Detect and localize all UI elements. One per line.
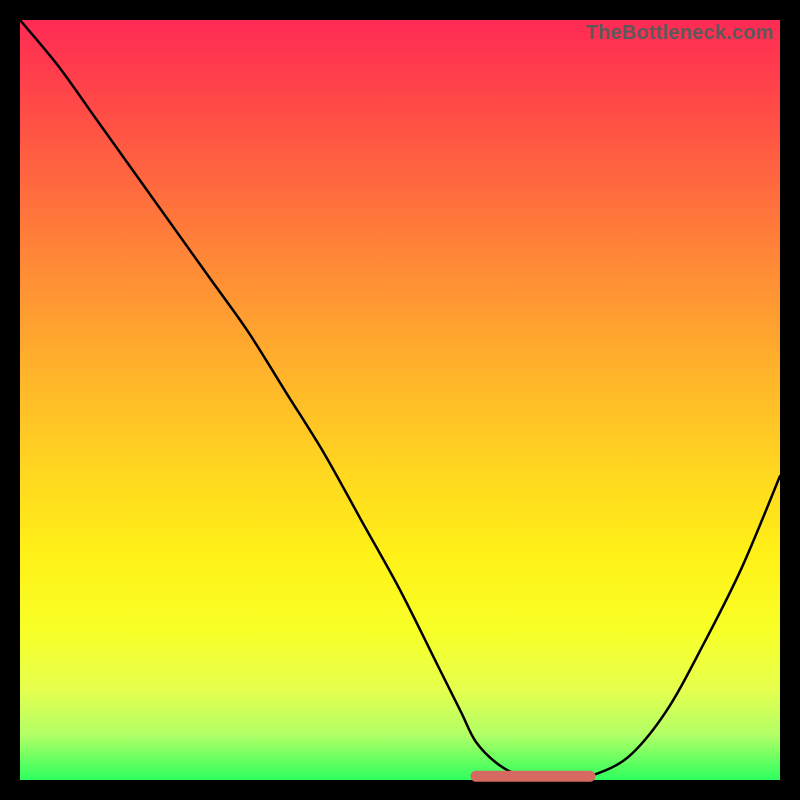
chart-frame: TheBottleneck.com [0, 0, 800, 800]
bottleneck-curve [20, 20, 780, 780]
curve-svg [20, 20, 780, 780]
plot-area: TheBottleneck.com [20, 20, 780, 780]
